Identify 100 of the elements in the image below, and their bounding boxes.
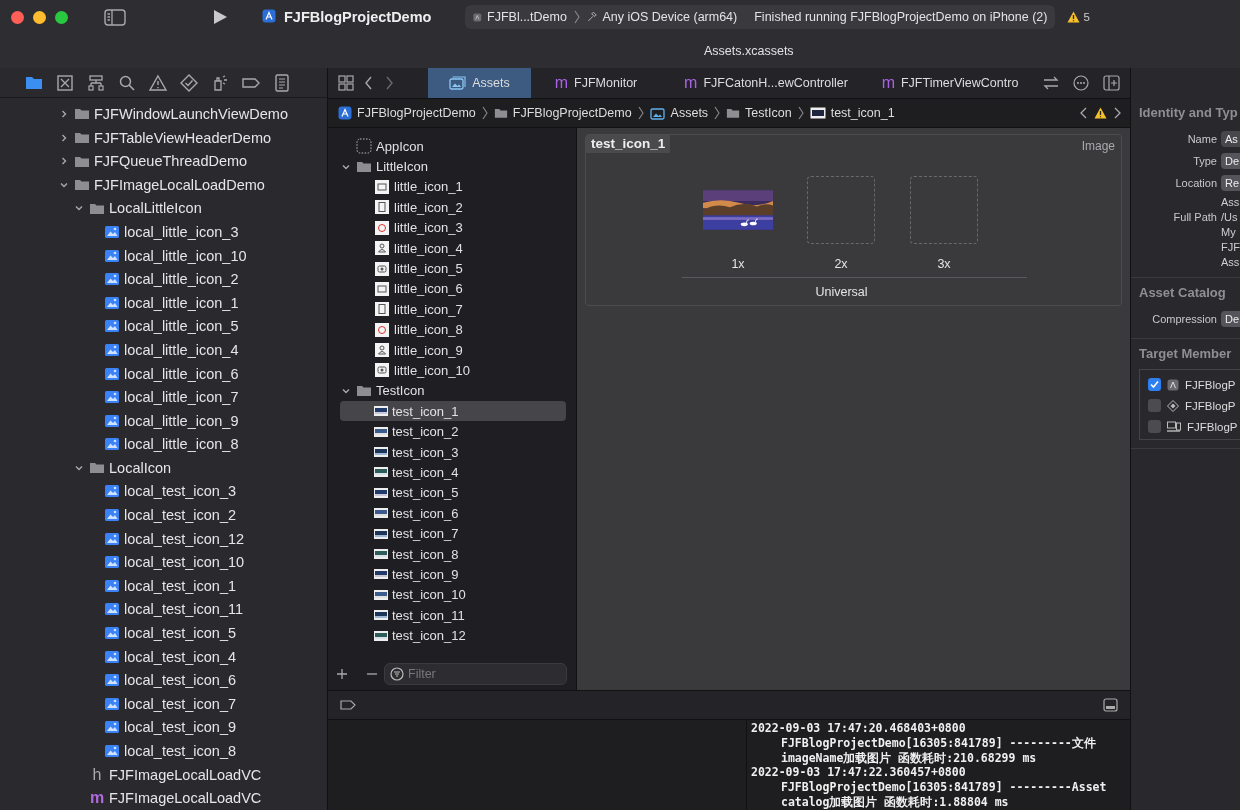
asset-row[interactable]: LittleIcon: [340, 156, 566, 177]
asset-row[interactable]: test_icon_11: [340, 605, 566, 626]
file-name[interactable]: FJFQueueThreadDemo: [94, 153, 248, 170]
asset-row[interactable]: test_icon_1: [340, 401, 566, 422]
warning-icon[interactable]: [148, 72, 168, 93]
window-control[interactable]: [33, 10, 46, 24]
asset-row[interactable]: little_icon_9: [340, 339, 566, 361]
image-file-icon: [104, 720, 120, 735]
asset-row[interactable]: test_icon_4: [340, 462, 566, 483]
checkbox[interactable]: [1148, 399, 1161, 412]
file-name[interactable]: local_little_icon_8: [124, 436, 239, 453]
report-icon[interactable]: [272, 72, 292, 93]
file-name[interactable]: FJFImageLocalLoadVC: [109, 790, 262, 807]
editor-tab[interactable]: Assets: [428, 68, 531, 98]
file-name[interactable]: local_test_icon_10: [124, 554, 245, 571]
asset-row[interactable]: little_icon_4: [340, 237, 566, 259]
file-name[interactable]: local_little_icon_6: [124, 365, 239, 382]
file-name[interactable]: local_test_icon_12: [124, 530, 245, 547]
breadcrumb-item[interactable]: Assets: [649, 106, 709, 120]
file-name[interactable]: local_little_icon_3: [124, 223, 239, 240]
run-icon[interactable]: [213, 9, 228, 25]
file-name[interactable]: local_little_icon_7: [124, 389, 239, 406]
asset-row[interactable]: test_icon_12: [340, 625, 566, 646]
file-name[interactable]: local_little_icon_10: [124, 247, 247, 264]
file-name[interactable]: FJFImageLocalLoadVC: [109, 766, 262, 783]
file-name[interactable]: local_test_icon_4: [124, 648, 237, 665]
image-file-icon: [104, 342, 120, 357]
hierarchy-icon[interactable]: [86, 72, 106, 93]
add-icon[interactable]: [336, 668, 348, 680]
editor-tab[interactable]: m FJFTimerViewContro: [871, 68, 1029, 98]
asset-row[interactable]: test_icon_9: [340, 564, 566, 585]
popup-button[interactable]: De: [1221, 153, 1240, 169]
asset-row[interactable]: test_icon_7: [340, 523, 566, 544]
add-editor-icon[interactable]: [1103, 75, 1120, 91]
file-name[interactable]: FJFWindowLaunchViewDemo: [94, 106, 288, 122]
file-name[interactable]: LocalLittleIcon: [109, 200, 202, 217]
window-control[interactable]: [11, 10, 24, 24]
file-name[interactable]: local_little_icon_5: [124, 318, 239, 335]
asset-row[interactable]: test_icon_8: [340, 543, 566, 565]
file-name[interactable]: local_test_icon_5: [124, 625, 237, 642]
swap-arrows-icon[interactable]: [1043, 76, 1059, 90]
asset-row[interactable]: little_icon_10: [340, 360, 566, 381]
breadcrumb-item[interactable]: FJFBlogProjectDemo: [338, 106, 476, 120]
window-control[interactable]: [55, 10, 68, 24]
popup-button[interactable]: Re: [1221, 175, 1240, 191]
asset-name: test_icon_5: [392, 485, 459, 501]
file-name[interactable]: local_test_icon_9: [124, 719, 237, 736]
editor-tab[interactable]: m FJFMonitor: [531, 68, 661, 98]
asset-row[interactable]: test_icon_6: [340, 503, 566, 524]
sidebar-toggle-icon[interactable]: [104, 8, 126, 26]
warning-count[interactable]: 5: [1067, 11, 1090, 23]
forward-icon[interactable]: [1113, 107, 1122, 119]
checkbox[interactable]: [1148, 420, 1161, 433]
asset-row[interactable]: little_icon_8: [340, 319, 566, 340]
asset-name: test_icon_10: [392, 587, 466, 603]
warning-icon[interactable]: [1094, 107, 1107, 119]
breadcrumb-item[interactable]: FJFBlogProjectDemo: [493, 106, 632, 120]
asset-row[interactable]: little_icon_5: [340, 258, 566, 279]
grid-icon[interactable]: [338, 75, 354, 91]
more-icon[interactable]: [1073, 75, 1089, 91]
device-name[interactable]: Any iOS Device (arm64): [602, 10, 738, 24]
asset-row[interactable]: test_icon_2: [340, 421, 566, 442]
editor-tab[interactable]: m FJFCatonH...ewController: [661, 68, 871, 98]
file-name[interactable]: FJFTableViewHeaderDemo: [94, 129, 272, 146]
file-name[interactable]: local_test_icon_2: [124, 507, 237, 524]
file-name[interactable]: local_little_icon_9: [124, 412, 239, 429]
breadcrumb-item[interactable]: test_icon_1: [809, 106, 895, 120]
file-name[interactable]: local_test_icon_11: [124, 601, 244, 618]
file-name[interactable]: local_test_icon_3: [124, 483, 237, 500]
hide-panel-icon[interactable]: [1103, 698, 1118, 712]
asset-row[interactable]: little_icon_3: [340, 217, 566, 238]
checkbox[interactable]: [1148, 378, 1161, 391]
asset-row[interactable]: little_icon_2: [340, 197, 566, 218]
back-icon[interactable]: [364, 76, 374, 90]
file-name[interactable]: local_test_icon_1: [124, 577, 237, 594]
popup-button[interactable]: De: [1221, 311, 1240, 327]
file-name[interactable]: local_test_icon_6: [124, 672, 237, 689]
asset-row[interactable]: test_icon_10: [340, 584, 566, 605]
asset-row[interactable]: little_icon_1: [340, 176, 566, 198]
source-control-icon[interactable]: [55, 72, 75, 93]
back-icon[interactable]: [1079, 107, 1088, 119]
file-name[interactable]: local_little_icon_2: [124, 271, 239, 288]
filter-field[interactable]: Filter: [384, 663, 567, 685]
breadcrumb-item[interactable]: TestIcon: [726, 106, 792, 120]
asset-row[interactable]: test_icon_5: [340, 482, 566, 504]
scheme-name[interactable]: FJFBl...tDemo: [487, 10, 567, 24]
file-name[interactable]: FJFImageLocalLoadDemo: [94, 176, 265, 193]
asset-row[interactable]: test_icon_3: [340, 441, 566, 463]
breakpoint-icon[interactable]: [340, 700, 356, 710]
asset-row[interactable]: little_icon_6: [340, 278, 566, 300]
file-name[interactable]: LocalIcon: [109, 459, 172, 476]
asset-row[interactable]: AppIcon: [340, 136, 566, 157]
test-icon[interactable]: [179, 72, 199, 93]
file-name[interactable]: local_little_icon_4: [124, 341, 239, 358]
file-name[interactable]: local_test_icon_7: [124, 695, 237, 712]
asset-row[interactable]: TestIcon: [340, 380, 566, 402]
file-name[interactable]: local_test_icon_8: [124, 743, 237, 759]
asset-row[interactable]: little_icon_7: [340, 299, 566, 320]
name-field[interactable]: As: [1221, 131, 1240, 147]
file-name[interactable]: local_little_icon_1: [124, 294, 239, 311]
